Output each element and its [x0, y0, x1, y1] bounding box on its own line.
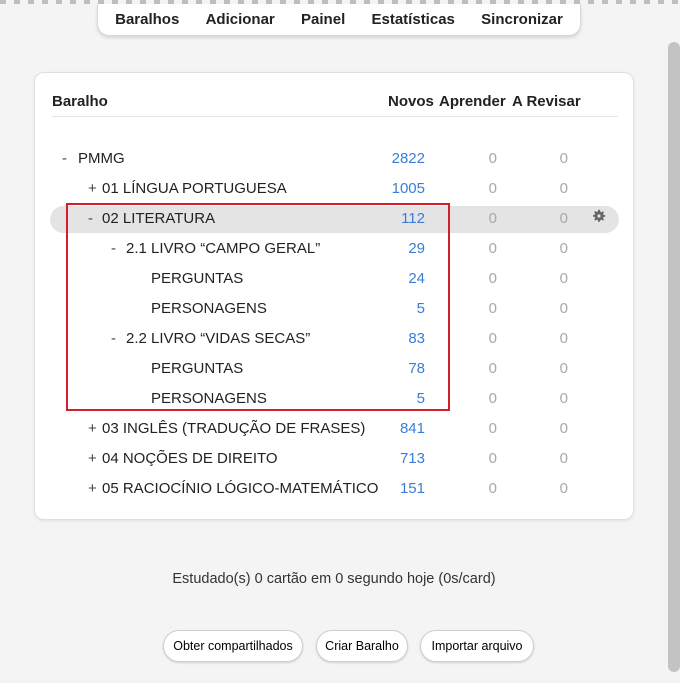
- deck-row[interactable]: +04 NOÇÕES DE DIREITO 713 0 0: [35, 444, 633, 474]
- toolbar-sync-button[interactable]: Sincronizar: [481, 11, 563, 28]
- learn-count: 0: [488, 240, 497, 257]
- deck-name-link[interactable]: 05 RACIOCÍNIO LÓGICO-MATEMÁTICO: [102, 480, 378, 497]
- review-count: 0: [559, 210, 568, 227]
- deck-row[interactable]: -02 LITERATURA 112 0 0: [35, 204, 633, 234]
- review-count: 0: [559, 360, 568, 377]
- review-count: 0: [559, 270, 568, 287]
- deck-row[interactable]: PERSONAGENS 5 0 0: [35, 294, 633, 324]
- new-count: 78: [408, 360, 425, 377]
- deck-name-link[interactable]: PERSONAGENS: [151, 390, 267, 407]
- review-count: 0: [559, 180, 568, 197]
- collapse-toggle[interactable]: -: [88, 210, 93, 227]
- deck-name-link[interactable]: 2.1 LIVRO “CAMPO GERAL”: [126, 240, 320, 257]
- review-count: 0: [559, 480, 568, 497]
- learn-count: 0: [488, 180, 497, 197]
- toolbar-add-button[interactable]: Adicionar: [206, 11, 275, 28]
- learn-count: 0: [488, 450, 497, 467]
- deck-row[interactable]: +03 INGLÊS (TRADUÇÃO DE FRASES) 841 0 0: [35, 414, 633, 444]
- toolbar-stats-button[interactable]: Estatísticas: [372, 11, 455, 28]
- deck-name-link[interactable]: PERGUNTAS: [151, 270, 243, 287]
- review-count: 0: [559, 240, 568, 257]
- expand-toggle[interactable]: +: [88, 450, 97, 467]
- learn-count: 0: [488, 210, 497, 227]
- review-count: 0: [559, 330, 568, 347]
- header-learn: Aprender: [439, 93, 506, 110]
- learn-count: 0: [488, 270, 497, 287]
- collapse-toggle[interactable]: -: [62, 150, 67, 167]
- vertical-scrollbar[interactable]: [668, 42, 680, 672]
- review-count: 0: [559, 390, 568, 407]
- new-count: 841: [399, 420, 425, 437]
- deck-name-link[interactable]: 04 NOÇÕES DE DIREITO: [102, 450, 278, 467]
- deck-row[interactable]: -2.1 LIVRO “CAMPO GERAL” 29 0 0: [35, 234, 633, 264]
- deck-row[interactable]: - PMMG 2822 0 0: [35, 144, 633, 174]
- review-count: 0: [559, 450, 568, 467]
- deck-row[interactable]: PERSONAGENS 5 0 0: [35, 384, 633, 414]
- expand-toggle[interactable]: +: [88, 420, 97, 437]
- expand-toggle[interactable]: +: [88, 480, 97, 497]
- deck-list-panel: Baralho Novos Aprender A Revisar - PMMG 28…: [34, 72, 634, 520]
- import-file-button[interactable]: Importar arquivo: [420, 630, 534, 662]
- review-count: 0: [559, 150, 568, 167]
- deck-name-link[interactable]: PERSONAGENS: [151, 300, 267, 317]
- header-new: Novos: [388, 93, 434, 110]
- header-deck: Baralho: [52, 93, 108, 110]
- learn-count: 0: [488, 480, 497, 497]
- gear-icon[interactable]: [591, 208, 607, 224]
- create-deck-button[interactable]: Criar Baralho: [316, 630, 408, 662]
- get-shared-button[interactable]: Obter compartilhados: [163, 630, 303, 662]
- deck-row[interactable]: PERGUNTAS 78 0 0: [35, 354, 633, 384]
- new-count: 1005: [391, 180, 425, 197]
- header-review: A Revisar: [512, 93, 581, 110]
- deck-name-link[interactable]: PMMG: [78, 150, 125, 167]
- new-count: 112: [401, 210, 425, 227]
- deck-name-link[interactable]: 02 LITERATURA: [102, 210, 215, 227]
- learn-count: 0: [488, 150, 497, 167]
- new-count: 2822: [391, 150, 425, 167]
- review-count: 0: [559, 420, 568, 437]
- deck-name-link[interactable]: 2.2 LIVRO “VIDAS SECAS”: [126, 330, 310, 347]
- deck-name-link[interactable]: 01 LÍNGUA PORTUGUESA: [102, 180, 287, 197]
- learn-count: 0: [488, 420, 497, 437]
- new-count: 713: [399, 450, 425, 467]
- expand-toggle[interactable]: +: [88, 180, 97, 197]
- deck-row[interactable]: -2.2 LIVRO “VIDAS SECAS” 83 0 0: [35, 324, 633, 354]
- learn-count: 0: [488, 330, 497, 347]
- new-count: 24: [408, 270, 425, 287]
- toolbar-panel-button[interactable]: Painel: [301, 11, 345, 28]
- new-count: 151: [399, 480, 425, 497]
- review-count: 0: [559, 300, 568, 317]
- collapse-toggle[interactable]: -: [111, 330, 116, 347]
- new-count: 5: [416, 300, 425, 317]
- main-toolbar: Baralhos Adicionar Painel Estatísticas S…: [97, 4, 581, 36]
- learn-count: 0: [488, 300, 497, 317]
- new-count: 29: [408, 240, 425, 257]
- toolbar-decks-button[interactable]: Baralhos: [115, 11, 179, 28]
- learn-count: 0: [488, 360, 497, 377]
- deck-row[interactable]: +05 RACIOCÍNIO LÓGICO-MATEMÁTICO 151 0 0: [35, 474, 633, 504]
- collapse-toggle[interactable]: -: [111, 240, 116, 257]
- deck-row[interactable]: +01 LÍNGUA PORTUGUESA 1005 0 0: [35, 174, 633, 204]
- deck-name-link[interactable]: 03 INGLÊS (TRADUÇÃO DE FRASES): [102, 420, 365, 437]
- new-count: 5: [416, 390, 425, 407]
- header-divider: [52, 116, 618, 117]
- new-count: 83: [408, 330, 425, 347]
- learn-count: 0: [488, 390, 497, 407]
- deck-row[interactable]: PERGUNTAS 24 0 0: [35, 264, 633, 294]
- studied-today-text: Estudado(s) 0 cartão em 0 segundo hoje (…: [172, 571, 496, 587]
- deck-name-link[interactable]: PERGUNTAS: [151, 360, 243, 377]
